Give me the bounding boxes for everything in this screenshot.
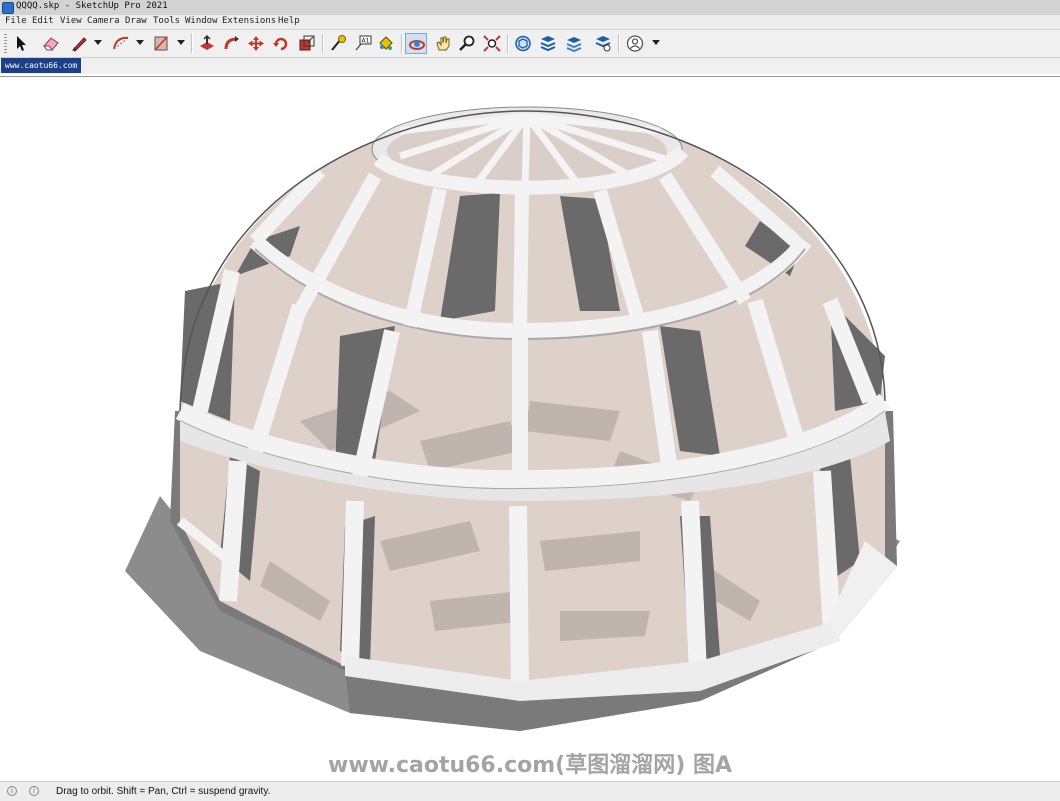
zoom-icon	[459, 35, 475, 51]
toolbar-separator	[618, 34, 620, 53]
window-title: QQQQ.skp - SketchUp Pro 2021	[16, 1, 168, 11]
toolbar-grip[interactable]	[4, 34, 7, 53]
menu-view[interactable]: View	[60, 16, 82, 26]
select-arrow-icon	[17, 36, 26, 51]
move-icon	[248, 36, 264, 51]
follow-me-icon	[224, 36, 239, 50]
menu-draw[interactable]: Draw	[125, 16, 147, 26]
arc-tool-button[interactable]	[110, 33, 132, 54]
tab-row: www.caotu66.com	[0, 58, 1060, 74]
text-tool-button[interactable]: A1	[352, 33, 374, 54]
menu-help[interactable]: Help	[278, 16, 300, 26]
paint-bucket-icon	[379, 36, 393, 50]
extension-manager-button[interactable]	[592, 33, 614, 54]
push-pull-icon	[200, 35, 214, 50]
model-viewport[interactable]: www.caotu66.com(草图溜溜网) 图A	[0, 76, 1060, 782]
toolbar-separator	[507, 34, 509, 53]
extension-warehouse-icon	[540, 36, 556, 52]
zoom-extents-tool-button[interactable]	[481, 33, 503, 54]
orbit-tool-button[interactable]	[405, 33, 427, 54]
eraser-tool-button[interactable]	[40, 33, 62, 54]
main-toolbar: A1	[0, 30, 1060, 58]
pencil-line-icon	[72, 37, 87, 52]
menu-window[interactable]: Window	[185, 16, 218, 26]
3d-warehouse-button[interactable]	[512, 33, 534, 54]
rectangle-tool-button[interactable]	[150, 33, 172, 54]
arc-tool-dropdown[interactable]	[136, 40, 144, 45]
scale-icon	[299, 35, 315, 51]
rotate-tool-button[interactable]	[270, 33, 292, 54]
layout-button[interactable]	[563, 33, 585, 54]
pan-tool-button[interactable]	[432, 33, 454, 54]
watermark-text: www.caotu66.com(草图溜溜网) 图A	[328, 753, 732, 778]
tape-measure-tool-button[interactable]	[327, 33, 349, 54]
status-message: Drag to orbit. Shift = Pan, Ctrl = suspe…	[56, 786, 271, 797]
tape-measure-icon	[331, 35, 346, 51]
tab-document[interactable]: www.caotu66.com	[1, 58, 81, 73]
account-button[interactable]	[624, 33, 646, 54]
orbit-icon	[409, 40, 425, 50]
rectangle-tool-dropdown[interactable]	[177, 40, 185, 45]
3d-warehouse-icon	[515, 35, 531, 52]
line-tool-dropdown[interactable]	[94, 40, 102, 45]
menu-extensions[interactable]: Extensions	[222, 16, 276, 26]
account-dropdown[interactable]	[652, 40, 660, 45]
dome-model	[125, 106, 900, 731]
move-tool-button[interactable]	[245, 33, 267, 54]
toolbar-separator	[322, 34, 324, 53]
zoom-extents-icon	[483, 35, 501, 52]
info-icon[interactable]: i	[29, 786, 39, 796]
eraser-icon	[43, 37, 59, 51]
menu-tools[interactable]: Tools	[153, 16, 180, 26]
zoom-tool-button[interactable]	[456, 33, 478, 54]
rectangle-icon	[154, 36, 168, 51]
layout-icon	[566, 37, 582, 52]
scale-tool-button[interactable]	[296, 33, 318, 54]
sketchup-app-icon	[2, 2, 14, 14]
toolbar-separator	[191, 34, 193, 53]
account-icon	[626, 35, 644, 52]
rotate-icon	[273, 37, 288, 51]
paint-bucket-tool-button[interactable]	[375, 33, 397, 54]
line-tool-button[interactable]	[68, 33, 90, 54]
svg-text:A1: A1	[362, 38, 370, 45]
menu-camera[interactable]: Camera	[87, 16, 120, 26]
push-pull-tool-button[interactable]	[196, 33, 218, 54]
toolbar-separator	[401, 34, 403, 53]
menu-file[interactable]: File	[5, 16, 27, 26]
text-label-icon: A1	[355, 35, 372, 51]
extension-warehouse-button[interactable]	[537, 33, 559, 54]
status-bar: i i Drag to orbit. Shift = Pan, Ctrl = s…	[0, 781, 1060, 801]
menu-bar: File Edit View Camera Draw Tools Window …	[0, 15, 1060, 30]
menu-edit[interactable]: Edit	[32, 16, 54, 26]
title-bar: QQQQ.skp - SketchUp Pro 2021	[0, 0, 1060, 16]
pan-hand-icon	[436, 36, 450, 51]
select-tool-button[interactable]	[10, 33, 32, 54]
arc-icon	[113, 36, 129, 50]
geolocation-icon[interactable]: i	[7, 786, 17, 796]
extension-manager-icon	[595, 36, 611, 52]
follow-me-tool-button[interactable]	[221, 33, 243, 54]
